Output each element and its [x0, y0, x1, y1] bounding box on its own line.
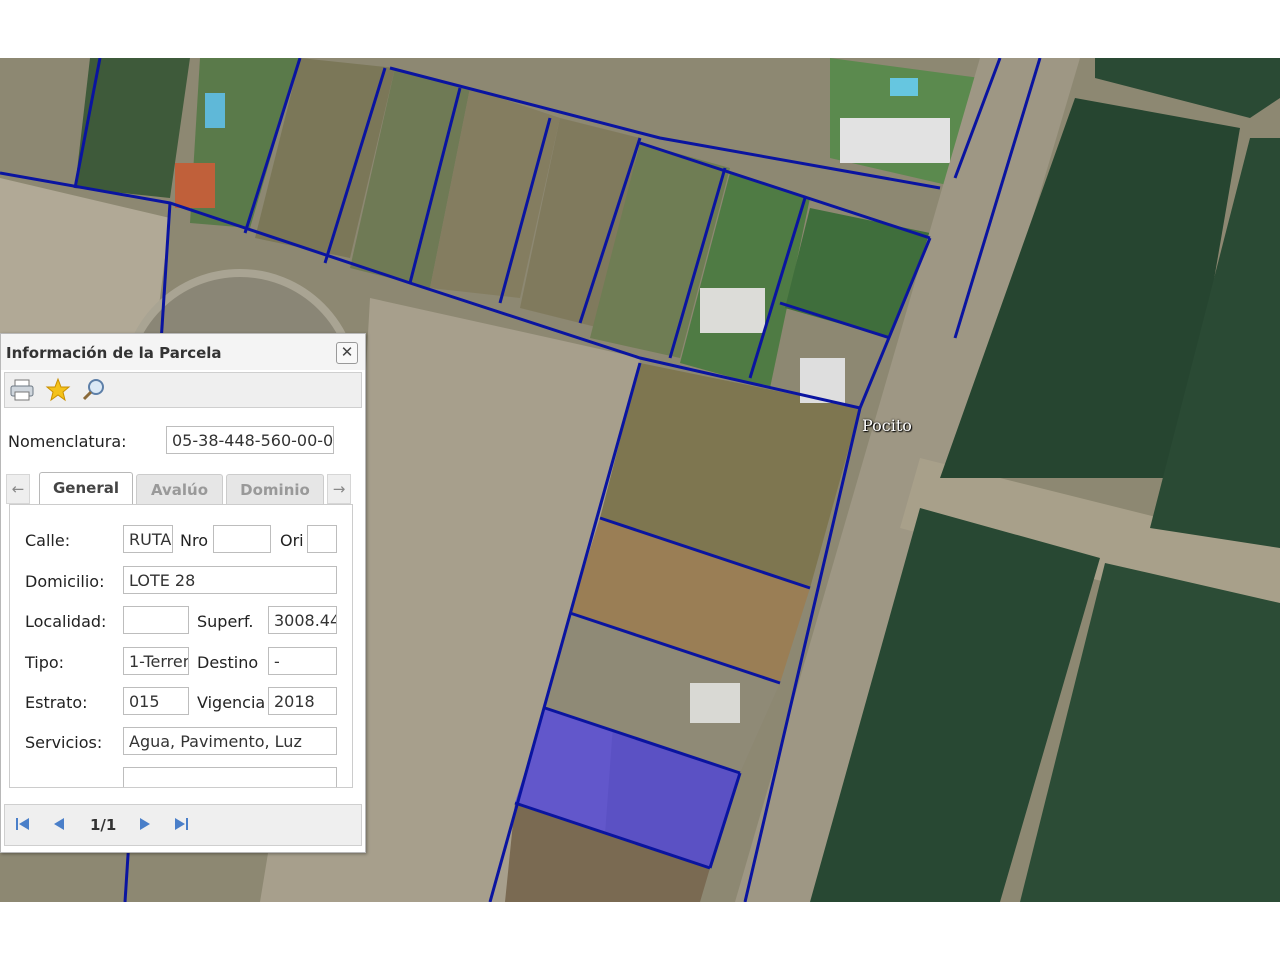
- pool: [890, 78, 918, 96]
- building: [690, 683, 740, 723]
- nomenclatura-label: Nomenclatura:: [8, 432, 127, 451]
- field: [75, 58, 190, 198]
- calle-label: Calle:: [25, 531, 71, 550]
- prev-page-button[interactable]: [49, 814, 69, 834]
- superf-field[interactable]: 3008.44: [268, 606, 337, 634]
- first-page-button[interactable]: [13, 814, 33, 834]
- tab-general[interactable]: General: [39, 472, 133, 506]
- destino-label: Destino: [197, 653, 259, 672]
- destino-field[interactable]: -: [268, 647, 337, 675]
- domicilio-field[interactable]: LOTE 28: [123, 566, 337, 594]
- last-page-button[interactable]: [171, 814, 191, 834]
- superf-label: Superf.: [197, 612, 254, 631]
- ori-label: Ori: [280, 531, 304, 550]
- nomenclatura-row: Nomenclatura: 05-38-448-560-00-0: [1, 424, 365, 460]
- building: [840, 118, 950, 163]
- servicios-field[interactable]: Agua, Pavimento, Luz: [123, 727, 337, 755]
- last-page-icon: [175, 818, 188, 830]
- pool: [205, 93, 225, 128]
- page-indicator: 1/1: [90, 816, 117, 834]
- favorite-button[interactable]: [45, 377, 71, 403]
- calle-field[interactable]: RUTA: [123, 525, 173, 553]
- tab-avaluo[interactable]: Avalúo: [136, 474, 223, 505]
- tipo-label: Tipo:: [25, 653, 65, 672]
- close-button[interactable]: ✕: [336, 342, 358, 364]
- print-icon: [10, 379, 34, 401]
- tab-scroll-left[interactable]: ←: [6, 474, 30, 504]
- arrow-left-icon: ←: [11, 480, 25, 498]
- magnifier-icon: [82, 379, 104, 401]
- estrato-field[interactable]: 015: [123, 687, 189, 715]
- place-label: Pocito: [862, 416, 912, 435]
- nro-label: Nro: [180, 531, 208, 550]
- tab-dominio[interactable]: Dominio: [226, 474, 324, 505]
- nro-field[interactable]: [213, 525, 271, 553]
- next-page-button[interactable]: [135, 814, 155, 834]
- nomenclatura-field[interactable]: 05-38-448-560-00-0: [166, 426, 334, 454]
- next-page-icon: [140, 818, 150, 830]
- print-button[interactable]: [9, 377, 35, 403]
- panel-title: Información de la Parcela: [6, 344, 222, 362]
- tipo-field[interactable]: 1-Terreno: [123, 647, 189, 675]
- star-icon: [45, 377, 71, 402]
- parcel-info-panel[interactable]: Información de la Parcela ✕ Nomenclatura: [0, 333, 366, 853]
- ori-field[interactable]: [307, 525, 337, 553]
- close-icon: ✕: [340, 343, 354, 361]
- estrato-label: Estrato:: [25, 693, 88, 712]
- first-page-icon: [16, 818, 29, 830]
- prev-page-icon: [54, 818, 64, 830]
- vigencia-label: Vigencia: [197, 693, 266, 712]
- tab-strip: ← General Avalúo Dominio →: [6, 472, 356, 506]
- servicios-label: Servicios:: [25, 733, 103, 752]
- localidad-label: Localidad:: [25, 612, 107, 631]
- arrow-right-icon: →: [332, 480, 346, 498]
- building: [700, 288, 765, 333]
- panel-toolbar: [4, 372, 362, 408]
- pager: 1/1: [4, 804, 362, 846]
- general-tab-content[interactable]: Calle: RUTA Nro Ori Domicilio: LOTE 28 L…: [9, 504, 353, 788]
- roof: [175, 163, 215, 208]
- zoom-button[interactable]: [81, 377, 107, 403]
- next-field-partial[interactable]: [123, 767, 337, 787]
- domicilio-label: Domicilio:: [25, 572, 105, 591]
- tab-scroll-right[interactable]: →: [327, 474, 351, 504]
- panel-header[interactable]: Información de la Parcela ✕: [1, 334, 365, 370]
- vigencia-field[interactable]: 2018: [268, 687, 337, 715]
- localidad-field[interactable]: [123, 606, 189, 634]
